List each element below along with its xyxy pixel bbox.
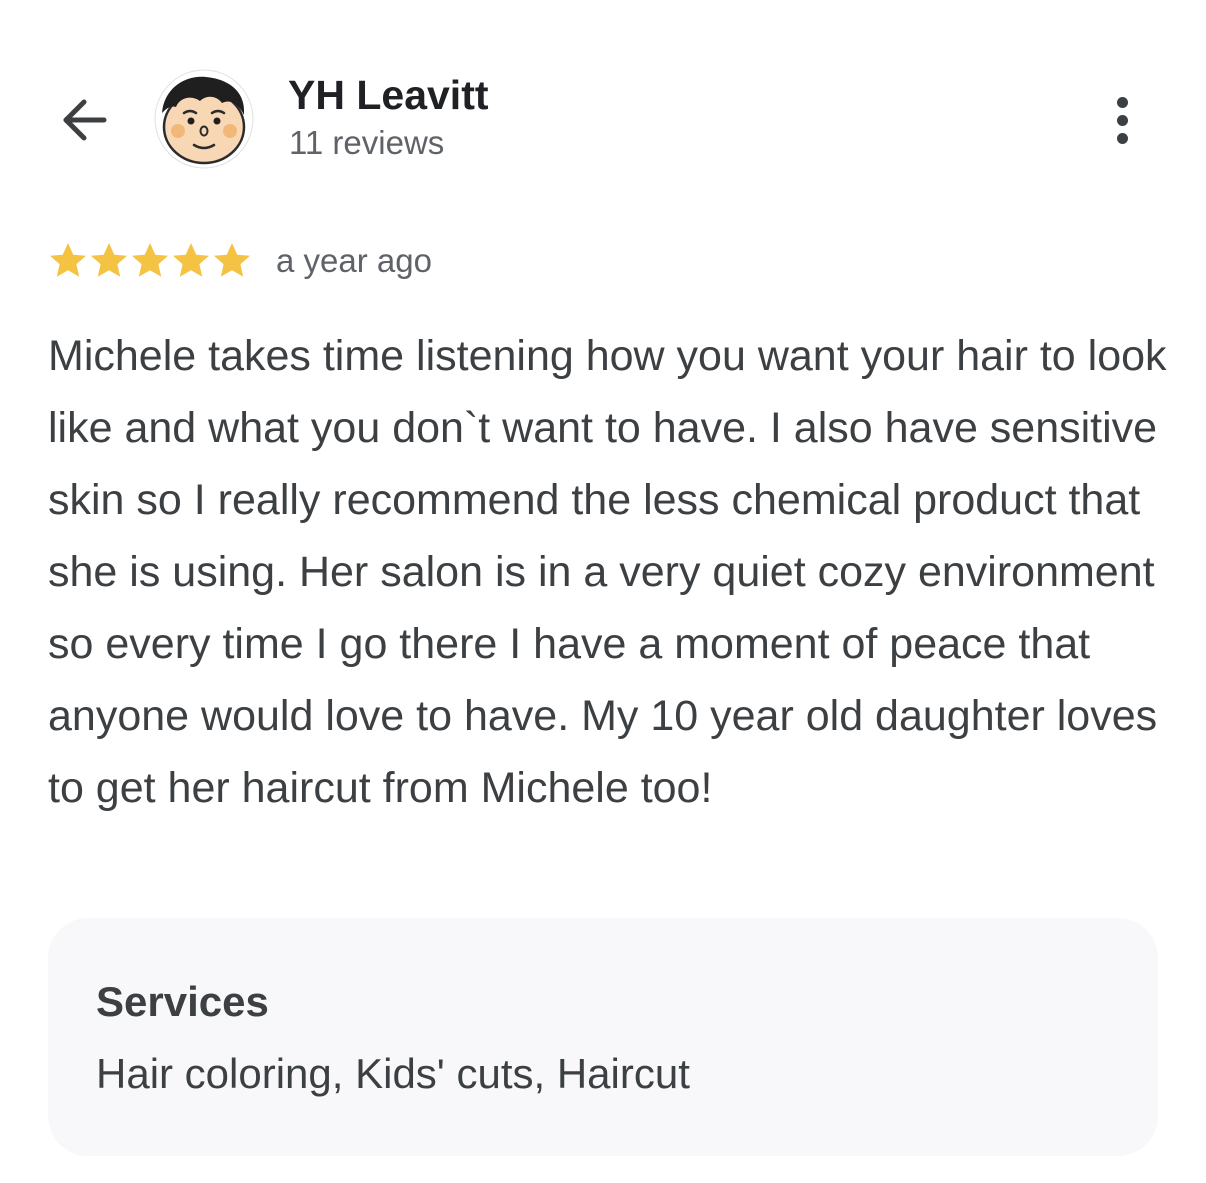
- review-date: a year ago: [276, 242, 432, 279]
- star-icon: [50, 243, 86, 277]
- cartoon-face-avatar-icon: [154, 69, 254, 169]
- reviewer-name[interactable]: YH Leavitt: [288, 70, 489, 120]
- more-vertical-icon-dot: [1116, 132, 1128, 144]
- rating-row: a year ago: [48, 236, 432, 286]
- reviewer-review-count: 11 reviews: [289, 124, 445, 161]
- avatar[interactable]: [154, 69, 254, 169]
- star-icon: [173, 243, 209, 277]
- arrow-left-icon: [63, 99, 107, 141]
- review-text: Michele takes time listening how you wan…: [48, 332, 1167, 812]
- more-options-button[interactable]: [1098, 88, 1146, 152]
- services-title: Services: [96, 978, 269, 1025]
- star-icon: [91, 243, 127, 277]
- services-card: Services Hair coloring, Kids' cuts, Hair…: [48, 918, 1158, 1156]
- star-rating: [48, 241, 252, 281]
- star-icon: [214, 243, 250, 277]
- more-vertical-icon-dot: [1116, 114, 1128, 126]
- star-icon: [132, 243, 168, 277]
- review-header: YH Leavitt 11 reviews: [0, 0, 1206, 200]
- back-button[interactable]: [52, 88, 116, 152]
- services-list: Hair coloring, Kids' cuts, Haircut: [96, 1050, 690, 1097]
- more-vertical-icon-dot: [1116, 96, 1128, 108]
